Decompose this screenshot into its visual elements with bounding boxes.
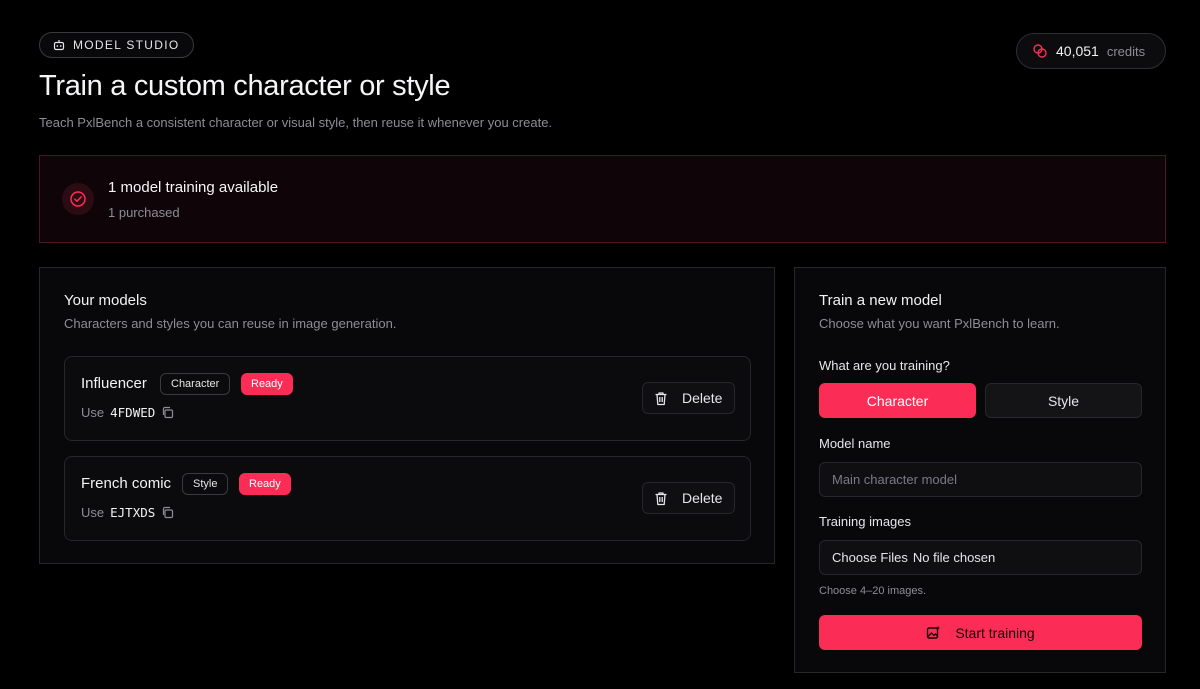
your-models-subtitle: Characters and styles you can reuse in i… <box>64 316 397 331</box>
file-status: No file chosen <box>912 550 996 565</box>
check-circle-icon <box>62 183 94 215</box>
training-images-file-input[interactable]: Choose Files No file chosen <box>819 540 1142 575</box>
credits-label: credits <box>1106 43 1146 59</box>
robot-icon <box>53 39 65 51</box>
delete-label: Delete <box>682 490 723 506</box>
option-style[interactable]: Style <box>985 383 1142 418</box>
section-tag-label: MODEL STUDIO <box>73 38 180 52</box>
training-images-label: Training images <box>819 514 912 529</box>
trash-icon <box>654 491 668 506</box>
trash-icon <box>654 391 668 406</box>
model-use-code: Use EJTXDS <box>81 505 174 520</box>
model-code: EJTXDS <box>110 505 156 520</box>
start-training-button[interactable]: Start training <box>819 615 1142 650</box>
your-models-title: Your models <box>64 292 147 309</box>
model-use-code: Use 4FDWED <box>81 405 174 420</box>
banner-title: 1 model training available <box>108 178 279 196</box>
start-training-label: Start training <box>955 624 1035 641</box>
delete-model-button[interactable]: Delete <box>642 382 735 414</box>
use-label: Use <box>81 505 105 520</box>
model-type-badge: Character <box>160 373 231 395</box>
train-panel-title: Train a new model <box>819 292 942 309</box>
model-name-input[interactable]: Main character model <box>819 462 1142 497</box>
coins-icon <box>1032 43 1048 59</box>
delete-label: Delete <box>682 390 723 406</box>
model-code: 4FDWED <box>110 405 156 420</box>
model-name-label: Model name <box>819 436 891 451</box>
banner-detail: 1 purchased <box>108 204 180 220</box>
model-status-badge: Ready <box>241 373 293 395</box>
model-type-badge: Style <box>182 473 229 495</box>
training-availability-banner: 1 model training available 1 purchased <box>39 155 1166 243</box>
model-card: French comic Style Ready Use EJTXDS Dele… <box>64 456 751 541</box>
train-panel-subtitle: Choose what you want PxlBench to learn. <box>819 316 1060 331</box>
use-label: Use <box>81 405 105 420</box>
credits-badge: 40,051 credits <box>1016 33 1166 69</box>
training-type-label: What are you training? <box>819 358 950 373</box>
page-title: Train a custom character or style <box>39 70 451 102</box>
your-models-panel: Your models Characters and styles you ca… <box>39 267 775 564</box>
model-status-badge: Ready <box>239 473 291 495</box>
model-name: French comic <box>81 475 172 492</box>
page-subtitle: Teach PxlBench a consistent character or… <box>39 115 553 130</box>
choose-files-button[interactable]: Choose Files <box>832 550 908 565</box>
credits-value: 40,051 <box>1056 43 1099 59</box>
copy-icon[interactable] <box>161 406 174 419</box>
model-card: Influencer Character Ready Use 4FDWED De… <box>64 356 751 441</box>
option-character[interactable]: Character <box>819 383 976 418</box>
images-hint: Choose 4–20 images. <box>819 585 927 597</box>
section-tag: MODEL STUDIO <box>39 32 194 58</box>
train-model-panel: Train a new model Choose what you want P… <box>794 267 1166 673</box>
model-name: Influencer <box>81 375 147 392</box>
copy-icon[interactable] <box>161 506 174 519</box>
model-name-placeholder: Main character model <box>832 472 957 487</box>
image-sparkle-icon <box>926 625 941 640</box>
delete-model-button[interactable]: Delete <box>642 482 735 514</box>
